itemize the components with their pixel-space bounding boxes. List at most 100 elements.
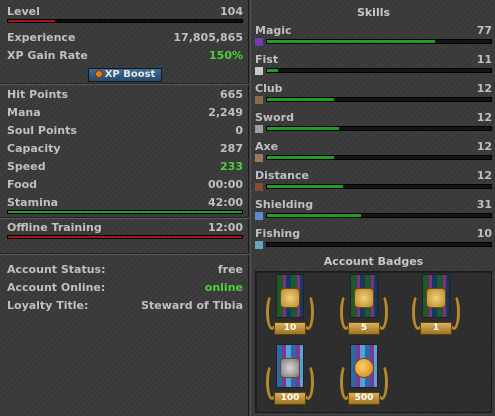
shield-icon	[255, 212, 263, 220]
badge-label: 10	[274, 322, 306, 335]
xp-boost-icon	[94, 70, 103, 78]
capacity-value: 287	[220, 142, 243, 155]
skill-value: 12	[476, 169, 492, 182]
hit-points-label: Hit Points	[7, 88, 69, 101]
offline-training-value: 12:00	[207, 221, 243, 234]
badge-label: 100	[274, 392, 306, 405]
account-badge[interactable]: 1	[408, 274, 464, 340]
mana-row: Mana 2,249	[7, 106, 243, 120]
level-row: Level 104	[7, 5, 243, 19]
badge-emblem-icon	[354, 288, 374, 308]
speed-row: Speed 233	[7, 160, 243, 174]
loyalty-title-row: Loyalty Title: Steward of Tibia	[7, 299, 243, 313]
food-value: 00:00	[207, 178, 243, 191]
skill-progress-fill	[267, 98, 335, 101]
xp-boost-label: XP Boost	[104, 69, 156, 80]
level-label: Level	[7, 5, 40, 18]
skill-progress-fill	[267, 156, 335, 159]
account-online-value: online	[204, 281, 243, 294]
soul-points-label: Soul Points	[7, 124, 77, 137]
skill-name: Fist	[255, 53, 279, 66]
capacity-row: Capacity 287	[7, 142, 243, 156]
account-online-label: Account Online:	[7, 281, 106, 294]
account-status-value: free	[217, 263, 243, 276]
skill-row-shielding: Shielding 31	[255, 198, 492, 226]
skill-progress-fill	[267, 69, 279, 72]
divider	[0, 217, 249, 219]
experience-row: Experience 17,805,865	[7, 31, 243, 45]
stamina-row: Stamina 42:00	[7, 196, 243, 210]
axe-icon	[255, 154, 263, 162]
stamina-progress-bar	[7, 210, 243, 214]
skill-value: 11	[476, 53, 492, 66]
divider	[0, 253, 249, 255]
skill-name: Magic	[255, 24, 292, 37]
skill-value: 10	[476, 227, 492, 240]
divider	[0, 83, 249, 85]
club-icon	[255, 96, 263, 104]
skill-row-magic: Magic 77	[255, 24, 492, 52]
hit-points-value: 665	[220, 88, 243, 101]
skill-progress-bar	[266, 242, 492, 247]
skill-value: 12	[476, 82, 492, 95]
skill-row-distance: Distance 12	[255, 169, 492, 197]
fist-icon	[255, 67, 263, 75]
skill-name: Shielding	[255, 198, 314, 211]
skill-progress-bar	[266, 155, 492, 160]
skill-row-fist: Fist 11	[255, 53, 492, 81]
skills-panel: Skills Magic 77 Fist 11 Club 12 Sword 12 Axe 12 Di…	[250, 0, 495, 416]
skill-name: Fishing	[255, 227, 301, 240]
xp-gain-rate-label: XP Gain Rate	[7, 49, 88, 62]
account-online-row: Account Online: online	[7, 281, 243, 295]
loyalty-title-value: Steward of Tibia	[141, 299, 243, 312]
experience-label: Experience	[7, 31, 76, 44]
account-status-label: Account Status:	[7, 263, 106, 276]
badge-emblem-icon	[354, 358, 374, 378]
distance-icon	[255, 183, 263, 191]
skill-name: Sword	[255, 111, 294, 124]
badge-emblem-icon	[280, 358, 300, 378]
account-badge[interactable]: 10	[262, 274, 318, 340]
speed-value: 233	[220, 160, 243, 173]
skill-progress-bar	[266, 184, 492, 189]
stamina-label: Stamina	[7, 196, 59, 209]
badge-label: 500	[348, 392, 380, 405]
skill-row-sword: Sword 12	[255, 111, 492, 139]
xp-gain-rate-row: XP Gain Rate 150%	[7, 49, 243, 63]
skill-progress-bar	[266, 126, 492, 131]
speed-label: Speed	[7, 160, 46, 173]
skill-progress-bar	[266, 39, 492, 44]
skill-value: 12	[476, 111, 492, 124]
level-progress-bar	[7, 19, 243, 23]
account-badge[interactable]: 5	[336, 274, 392, 340]
skill-value: 77	[476, 24, 492, 37]
account-badge[interactable]: 100	[262, 344, 318, 410]
skill-progress-bar	[266, 213, 492, 218]
stamina-value: 42:00	[207, 196, 243, 209]
soul-points-value: 0	[235, 124, 243, 137]
fishing-icon	[255, 241, 263, 249]
skill-name: Axe	[255, 140, 279, 153]
food-row: Food 00:00	[7, 178, 243, 192]
skill-progress-bar	[266, 68, 492, 73]
experience-value: 17,805,865	[173, 31, 243, 44]
skills-title: Skills	[356, 6, 391, 19]
character-stats-window: Level 104 Experience 17,805,865 XP Gain …	[0, 0, 495, 416]
offline-training-progress-bar	[7, 235, 243, 239]
skill-value: 31	[476, 198, 492, 211]
account-badge[interactable]: 500	[336, 344, 392, 410]
offline-training-label: Offline Training	[7, 221, 102, 234]
offline-training-row: Offline Training 12:00	[7, 221, 243, 235]
hit-points-row: Hit Points 665	[7, 88, 243, 102]
loyalty-title-label: Loyalty Title:	[7, 299, 89, 312]
xp-boost-button[interactable]: XP Boost	[88, 68, 162, 82]
account-badges-title: Account Badges	[323, 255, 424, 268]
magic-icon	[255, 38, 263, 46]
skill-name: Club	[255, 82, 283, 95]
skill-progress-fill	[267, 185, 344, 188]
skill-name: Distance	[255, 169, 309, 182]
skill-progress-fill	[267, 40, 435, 43]
soul-points-row: Soul Points 0	[7, 124, 243, 138]
general-stats-panel: Level 104 Experience 17,805,865 XP Gain …	[0, 0, 249, 416]
skill-progress-fill	[267, 214, 362, 217]
